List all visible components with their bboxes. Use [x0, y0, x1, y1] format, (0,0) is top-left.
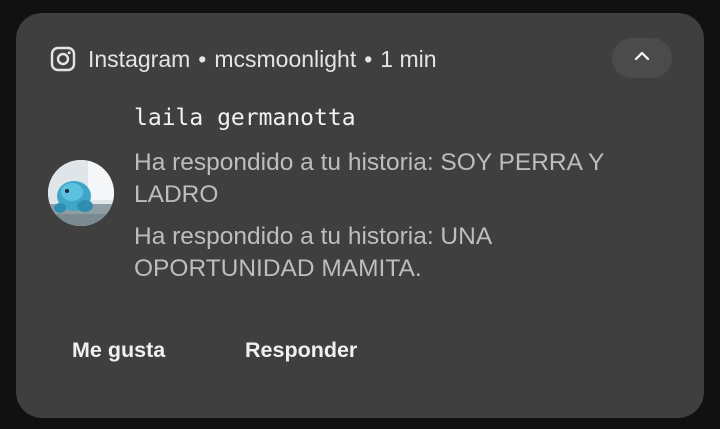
message-text: Ha respondido a tu historia: SOY PERRA Y… — [134, 149, 604, 208]
chevron-up-icon — [633, 49, 651, 67]
notification-time: 1 min — [380, 45, 437, 72]
avatar — [48, 160, 114, 226]
message-list: Ha respondido a tu historia: SOY PERRA Y… — [134, 147, 674, 295]
message-text: Ha respondido a tu historia: UNA OPORTUN… — [134, 223, 491, 282]
reply-button[interactable]: Responder — [245, 338, 357, 363]
notification-header: Instagram • mcsmoonlight • 1 min — [50, 41, 437, 77]
notification-card[interactable]: Instagram • mcsmoonlight • 1 min laila g… — [16, 13, 704, 418]
instagram-icon — [50, 46, 76, 72]
notification-actions: Me gusta Responder — [72, 338, 357, 363]
sender-name: laila germanotta — [134, 105, 356, 131]
app-name: Instagram — [88, 45, 191, 72]
account-name: mcsmoonlight — [214, 45, 357, 72]
header-separator: • — [198, 45, 207, 72]
collapse-button[interactable] — [612, 38, 672, 78]
like-button[interactable]: Me gusta — [72, 338, 245, 363]
header-separator: • — [364, 45, 373, 72]
